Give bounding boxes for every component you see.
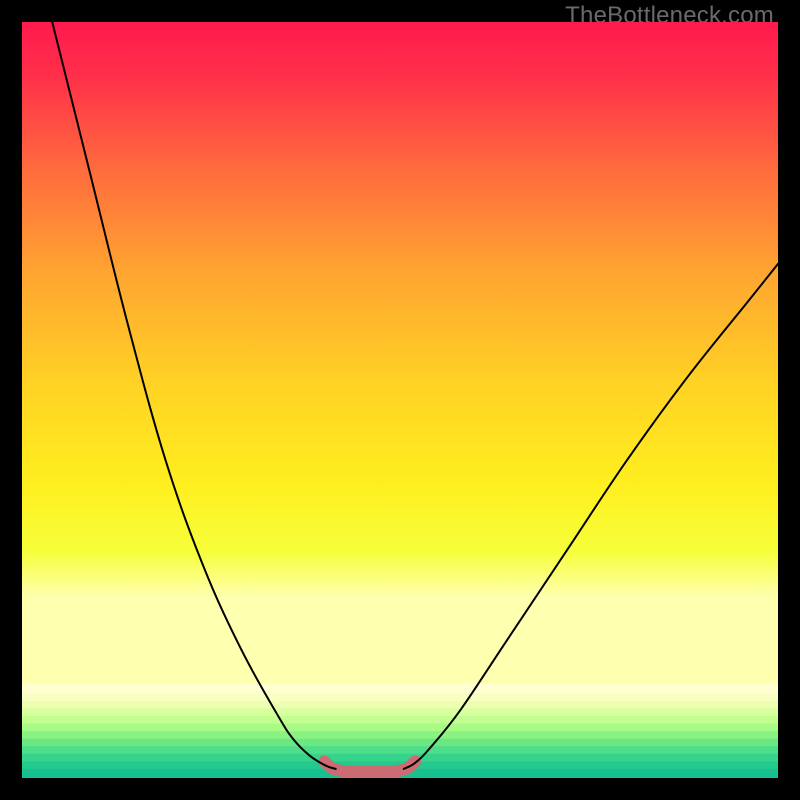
bottom-bands: [22, 684, 778, 779]
bottleneck-chart: [22, 22, 778, 778]
chart-frame: [22, 22, 778, 778]
